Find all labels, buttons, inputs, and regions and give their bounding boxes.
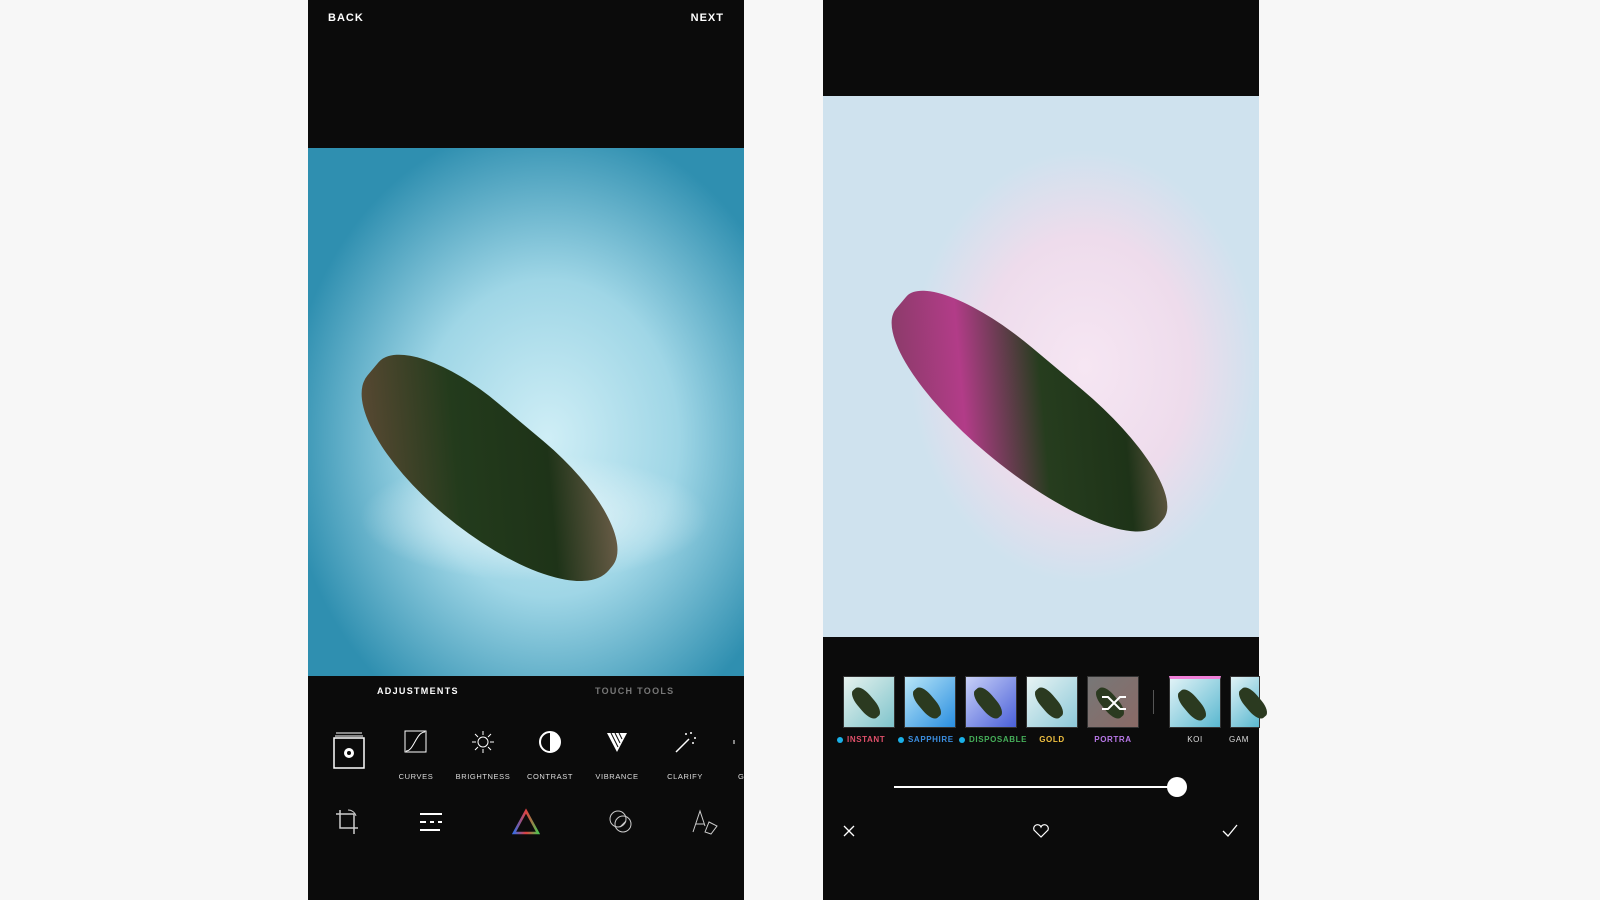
tool-contrast[interactable]: CONTRAST xyxy=(515,730,585,781)
filter-thumb-disposable[interactable] xyxy=(965,676,1017,728)
tool-curves[interactable]: CURVES xyxy=(381,730,451,781)
intensity-slider-knob[interactable] xyxy=(1167,777,1187,797)
filter-dot xyxy=(837,736,843,743)
presets-gear-icon xyxy=(333,732,365,769)
intensity-slider-track[interactable] xyxy=(894,786,1177,788)
filter-label: GOLD xyxy=(1039,735,1065,744)
color-triangle-icon[interactable] xyxy=(512,808,540,836)
curves-icon xyxy=(404,730,427,753)
shuffle-icon xyxy=(1102,696,1126,710)
filter-label: KOI xyxy=(1187,735,1203,744)
filter-label: PORTRA xyxy=(1094,735,1132,744)
tab-touch-tools[interactable]: TOUCH TOOLS xyxy=(595,686,674,696)
left-phone-screen: BACK NEXT ADJUSTMENTS TOUCH TOOLS CURVES… xyxy=(308,0,744,900)
partial-icon xyxy=(733,740,735,744)
sliders-icon[interactable] xyxy=(418,808,444,836)
contrast-icon xyxy=(539,731,561,753)
right-phone-screen: INSTANT SAPPHIRE DISPOSABLE GOLD PORTRA KOI GA… xyxy=(823,0,1260,900)
tool-brightness[interactable]: BRIGHTNESS xyxy=(448,730,518,781)
back-button[interactable]: BACK xyxy=(328,12,364,24)
filter-thumb-gam[interactable] xyxy=(1230,676,1260,728)
heart-icon[interactable] xyxy=(1032,823,1050,839)
photo-preview xyxy=(308,148,744,676)
tool-presets[interactable] xyxy=(314,730,384,770)
filter-dot xyxy=(898,736,904,743)
tab-adjustments[interactable]: ADJUSTMENTS xyxy=(377,686,459,696)
photo-preview-filtered xyxy=(823,96,1259,637)
check-icon[interactable] xyxy=(1222,824,1238,838)
close-icon[interactable] xyxy=(842,824,856,838)
overlay-icon[interactable] xyxy=(607,808,635,836)
text-pen-icon[interactable] xyxy=(691,808,719,836)
filter-thumb-koi[interactable] xyxy=(1169,676,1221,728)
filter-label: INSTANT xyxy=(837,735,899,744)
crop-rotate-icon[interactable] xyxy=(334,808,360,836)
magic-wand-icon xyxy=(675,732,696,753)
tool-vibrance[interactable]: VIBRANCE xyxy=(582,730,652,781)
filter-label: SAPPHIRE xyxy=(898,735,960,744)
vibrance-icon xyxy=(607,732,627,752)
filter-thumb-gold[interactable] xyxy=(1026,676,1078,728)
filter-dot xyxy=(959,736,965,743)
filter-thumb-sapphire[interactable] xyxy=(904,676,956,728)
filter-thumb-instant[interactable] xyxy=(843,676,895,728)
filter-label: DISPOSABLE xyxy=(959,735,1026,744)
filter-thumb-portra[interactable] xyxy=(1087,676,1139,728)
filter-divider xyxy=(1153,690,1154,714)
filter-label: GAM xyxy=(1229,735,1250,744)
tool-partial[interactable]: G xyxy=(706,730,746,781)
next-button[interactable]: NEXT xyxy=(691,12,724,24)
sun-icon xyxy=(472,731,494,753)
